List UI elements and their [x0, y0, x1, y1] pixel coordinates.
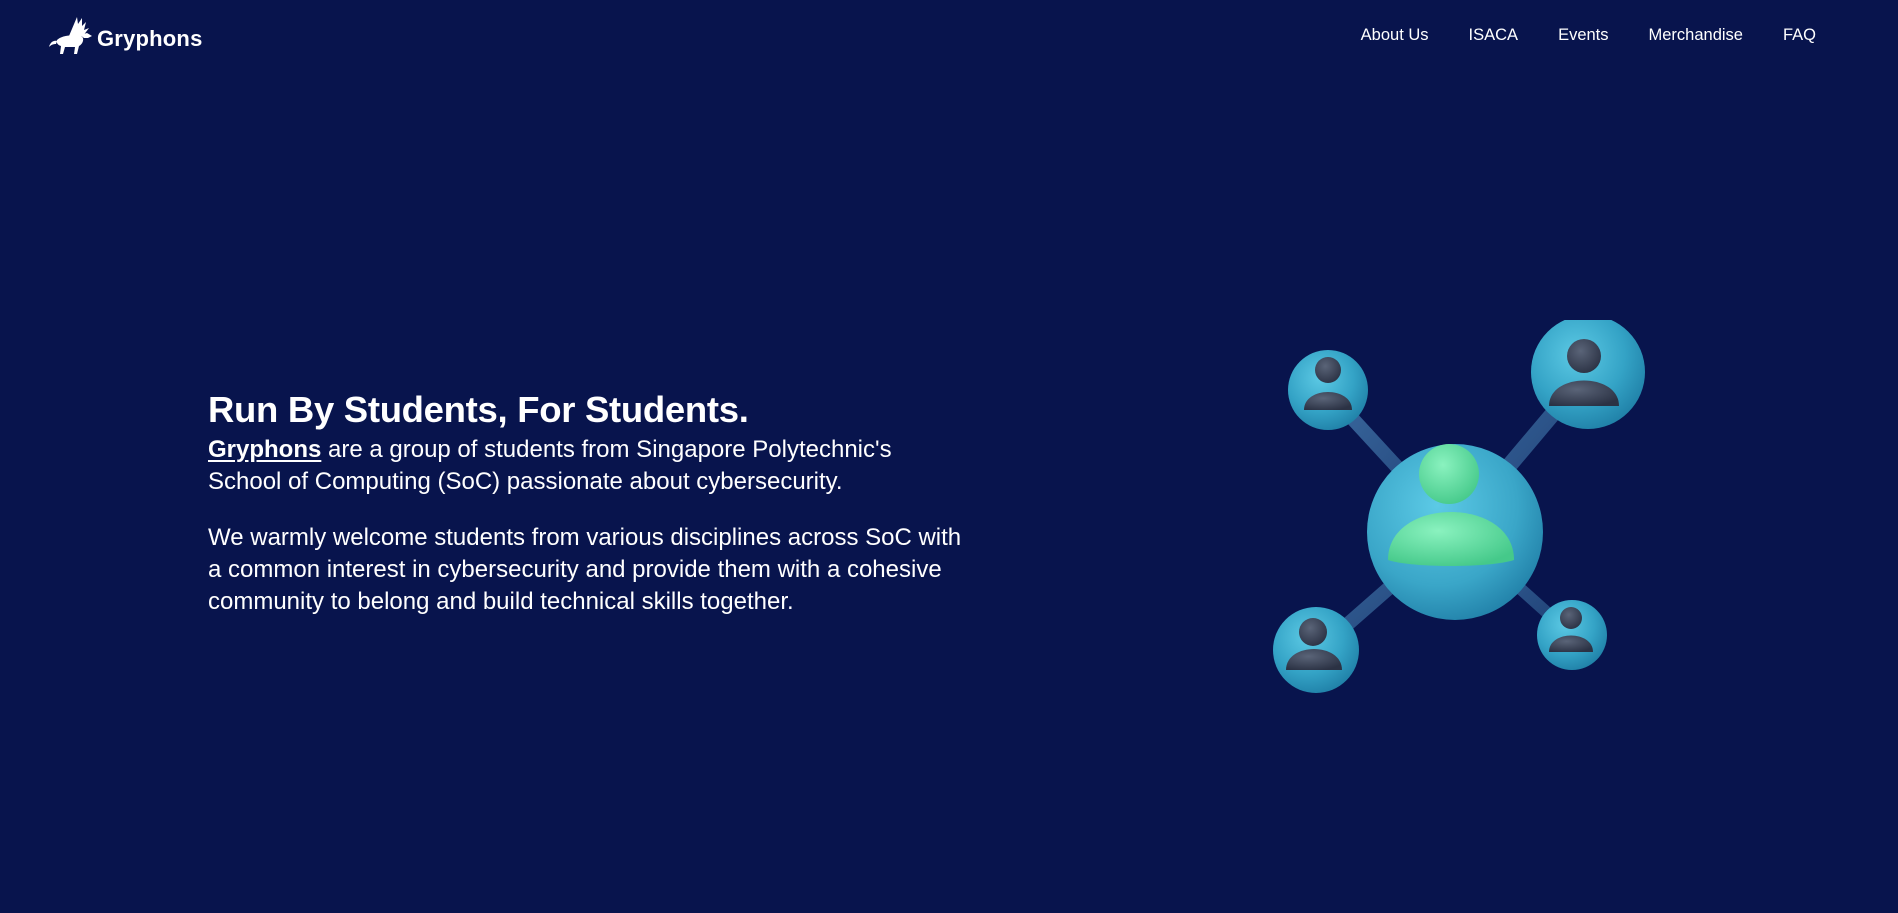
hero-paragraph-welcome: We warmly welcome students from various …: [208, 524, 962, 615]
nav-events[interactable]: Events: [1558, 26, 1608, 45]
member-node-bottom-right: [1537, 600, 1607, 670]
logo-text: Gryphons: [97, 26, 203, 51]
page: Gryphons About Us ISACA Events Merchandi…: [0, 0, 1898, 913]
member-node-top-right: [1531, 315, 1645, 429]
community-network-icon: [1260, 315, 1660, 700]
member-node-bottom-left: [1273, 607, 1359, 693]
nav-faq[interactable]: FAQ: [1783, 26, 1816, 45]
gryphons-link[interactable]: Gryphons: [208, 436, 321, 463]
nav-isaca[interactable]: ISACA: [1469, 26, 1519, 45]
nav-about-us[interactable]: About Us: [1361, 26, 1429, 45]
member-node-top-left: [1288, 350, 1368, 430]
member-node-center: [1367, 444, 1543, 620]
site-header: Gryphons About Us ISACA Events Merchandi…: [0, 0, 1898, 80]
gryphon-icon: [47, 14, 95, 60]
hero-title: Run By Students, For Students.: [208, 389, 749, 430]
hero-paragraph-intro: Gryphons are a group of students from Si…: [208, 434, 968, 498]
home-logo-link[interactable]: Gryphons: [47, 14, 203, 60]
hero-section: Run By Students, For Students. Gryphons …: [208, 388, 968, 618]
main-nav: About Us ISACA Events Merchandise FAQ: [1361, 26, 1816, 45]
nav-merchandise[interactable]: Merchandise: [1649, 26, 1743, 45]
